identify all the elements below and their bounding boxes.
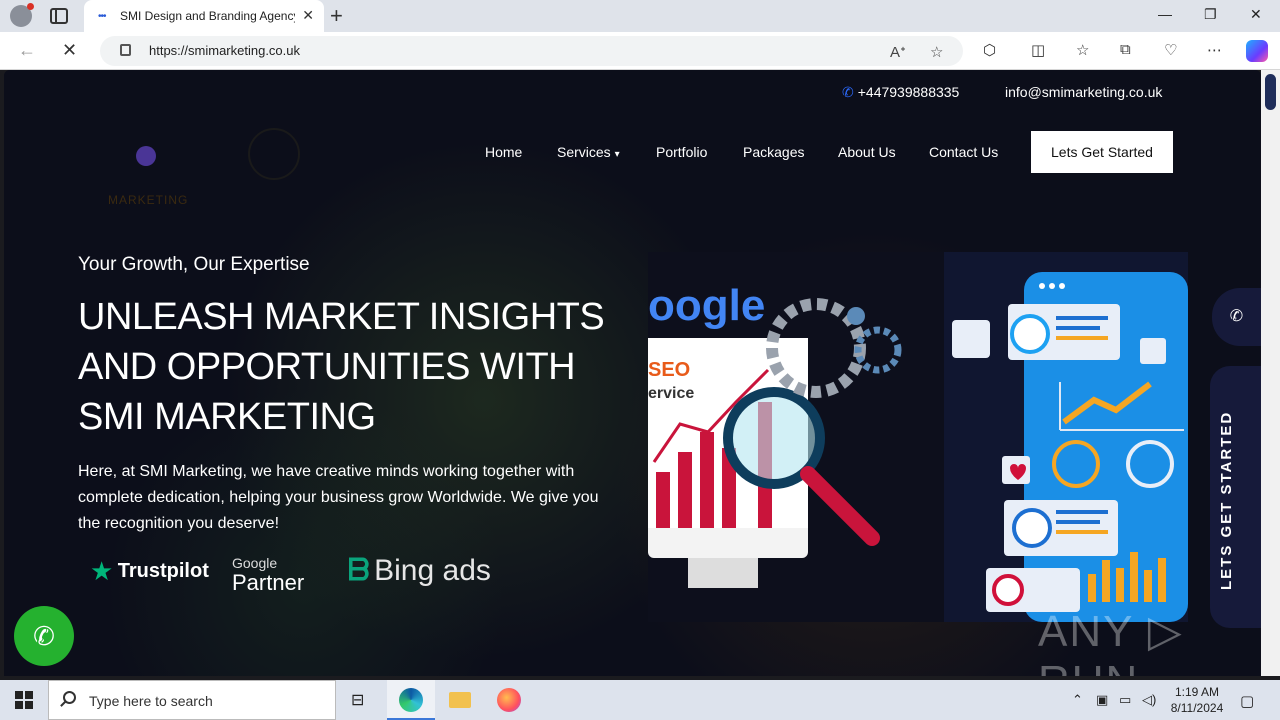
copilot-icon[interactable] xyxy=(1246,40,1268,62)
bing-ads-label: Bing ads xyxy=(374,554,491,587)
nav-home[interactable]: Home xyxy=(485,144,522,160)
nav-services[interactable]: Services ▾ xyxy=(557,144,620,160)
whatsapp-icon: ✆ xyxy=(33,621,55,651)
google-partner-badge: Google Partner xyxy=(232,553,305,595)
split-screen-icon[interactable]: ◫ xyxy=(1031,41,1045,59)
back-icon[interactable]: ← xyxy=(18,40,36,61)
hero-title: UNLEASH MARKET INSIGHTS AND OPPORTUNITIE… xyxy=(78,296,605,438)
tab-close-button[interactable]: ✕ xyxy=(302,7,314,24)
side-lets-get-started[interactable]: LETS GET STARTED xyxy=(1210,366,1261,628)
clock-time: 1:19 AM xyxy=(1174,685,1220,699)
trustpilot-star-icon: ★ xyxy=(90,556,114,586)
hero-description: Here, at SMI Marketing, we have creative… xyxy=(78,463,599,532)
clock-date: 8/11/2024 xyxy=(1170,701,1224,715)
phone-icon: ✆ xyxy=(1229,308,1244,325)
workspaces-icon[interactable] xyxy=(50,8,68,24)
favicon-icon: ••• xyxy=(98,11,106,22)
chevron-down-icon: ▾ xyxy=(614,149,620,160)
tray-app-icon[interactable]: ▣ xyxy=(1096,692,1108,708)
search-placeholder: Type here to search xyxy=(89,693,213,709)
restore-button[interactable]: ❐ xyxy=(1204,6,1217,23)
social-media-illustration xyxy=(944,252,1188,622)
reload-icon[interactable]: ✕ xyxy=(62,40,77,61)
hero-illustration: oogle SEO ervice xyxy=(648,252,1188,622)
phone-contact[interactable]: ✆ +447939888335 xyxy=(842,84,959,101)
profile-icon[interactable] xyxy=(10,3,34,27)
tab-title: SMI Design and Branding Agency xyxy=(120,9,295,23)
tab-bar: ••• SMI Design and Branding Agency ✕ + —… xyxy=(0,0,1280,32)
hero-kicker: Your Growth, Our Expertise xyxy=(78,254,310,275)
extensions-icon[interactable]: ⬡ xyxy=(983,41,996,59)
tab-smi[interactable]: ••• SMI Design and Branding Agency ✕ xyxy=(84,0,324,32)
anyrun-watermark: ANY ▷ RUN xyxy=(1038,607,1184,676)
close-window-button[interactable]: ✕ xyxy=(1250,6,1262,23)
service-label: ervice xyxy=(648,385,694,402)
side-cta-label: LETS GET STARTED xyxy=(1218,410,1235,590)
bing-ads-badge: ᗷ Bing ads xyxy=(348,554,491,588)
address-bar-row: ← ✕ https://smimarketing.co.uk Aᐩ ☆ ⬡ ◫ … xyxy=(0,32,1280,70)
google-word: oogle xyxy=(648,281,765,330)
firefox-icon[interactable] xyxy=(484,680,532,720)
network-icon[interactable]: ▭ xyxy=(1119,692,1131,708)
url-text[interactable]: https://smimarketing.co.uk xyxy=(149,43,300,58)
taskbar: Type here to search ⊟ ⌃ ▣ ▭ ◁) 1:19 AM 8… xyxy=(0,680,1280,720)
browser-essentials-icon[interactable]: ♡ xyxy=(1164,41,1177,59)
logo-ring xyxy=(248,128,300,180)
file-explorer-icon[interactable] xyxy=(435,680,483,720)
email-contact[interactable]: info@smimarketing.co.uk xyxy=(1005,84,1162,100)
seo-label: SEO xyxy=(648,359,690,381)
page-scrollbar[interactable] xyxy=(1261,70,1280,676)
minimize-button[interactable]: — xyxy=(1158,6,1172,22)
scroll-thumb[interactable] xyxy=(1265,74,1276,110)
favorite-star-icon[interactable]: ☆ xyxy=(930,43,943,61)
new-tab-button[interactable]: + xyxy=(330,3,343,29)
side-phone-button[interactable]: ✆ xyxy=(1212,288,1261,346)
task-view-icon[interactable]: ⊟ xyxy=(336,680,384,720)
notifications-icon[interactable]: ▢ xyxy=(1240,692,1254,710)
seo-illustration: oogle SEO ervice xyxy=(648,252,944,622)
logo-wordmark[interactable]: MARKETING xyxy=(108,193,188,207)
edge-taskbar-icon[interactable] xyxy=(387,680,435,720)
nav-about[interactable]: About Us xyxy=(838,144,896,160)
lock-icon[interactable] xyxy=(120,44,131,56)
web-page: ✆ +447939888335 info@smimarketing.co.uk M… xyxy=(4,70,1261,676)
nav-portfolio[interactable]: Portfolio xyxy=(656,144,707,160)
nav-services-label: Services xyxy=(557,144,611,160)
phone-number: +447939888335 xyxy=(857,84,960,100)
lets-get-started-button[interactable]: Lets Get Started xyxy=(1031,131,1173,173)
collections-icon[interactable]: ⧉ xyxy=(1120,41,1131,58)
windows-start-icon[interactable] xyxy=(15,691,33,709)
trustpilot-label: Trustpilot xyxy=(117,560,209,582)
url-field[interactable]: https://smimarketing.co.uk Aᐩ ☆ xyxy=(100,36,963,66)
volume-icon[interactable]: ◁) xyxy=(1142,692,1156,708)
trustpilot-badge: ★ Trustpilot xyxy=(90,556,209,587)
tray-chevron-icon[interactable]: ⌃ xyxy=(1072,692,1083,708)
bing-logo-icon: ᗷ xyxy=(348,554,370,587)
read-aloud-icon[interactable]: Aᐩ xyxy=(890,43,906,61)
nav-packages[interactable]: Packages xyxy=(743,144,804,160)
taskbar-search[interactable]: Type here to search xyxy=(48,680,336,720)
search-icon xyxy=(63,691,76,704)
phone-icon: ✆ xyxy=(842,84,854,100)
logo-mark[interactable] xyxy=(136,146,156,166)
taskbar-clock[interactable]: 1:19 AM 8/11/2024 xyxy=(1164,684,1230,716)
favorites-icon[interactable]: ☆ xyxy=(1076,41,1089,59)
more-icon[interactable]: ⋯ xyxy=(1207,41,1222,59)
nav-contact[interactable]: Contact Us xyxy=(929,144,998,160)
whatsapp-button[interactable]: ✆ xyxy=(14,606,74,666)
partner-label: Partner xyxy=(232,570,305,595)
